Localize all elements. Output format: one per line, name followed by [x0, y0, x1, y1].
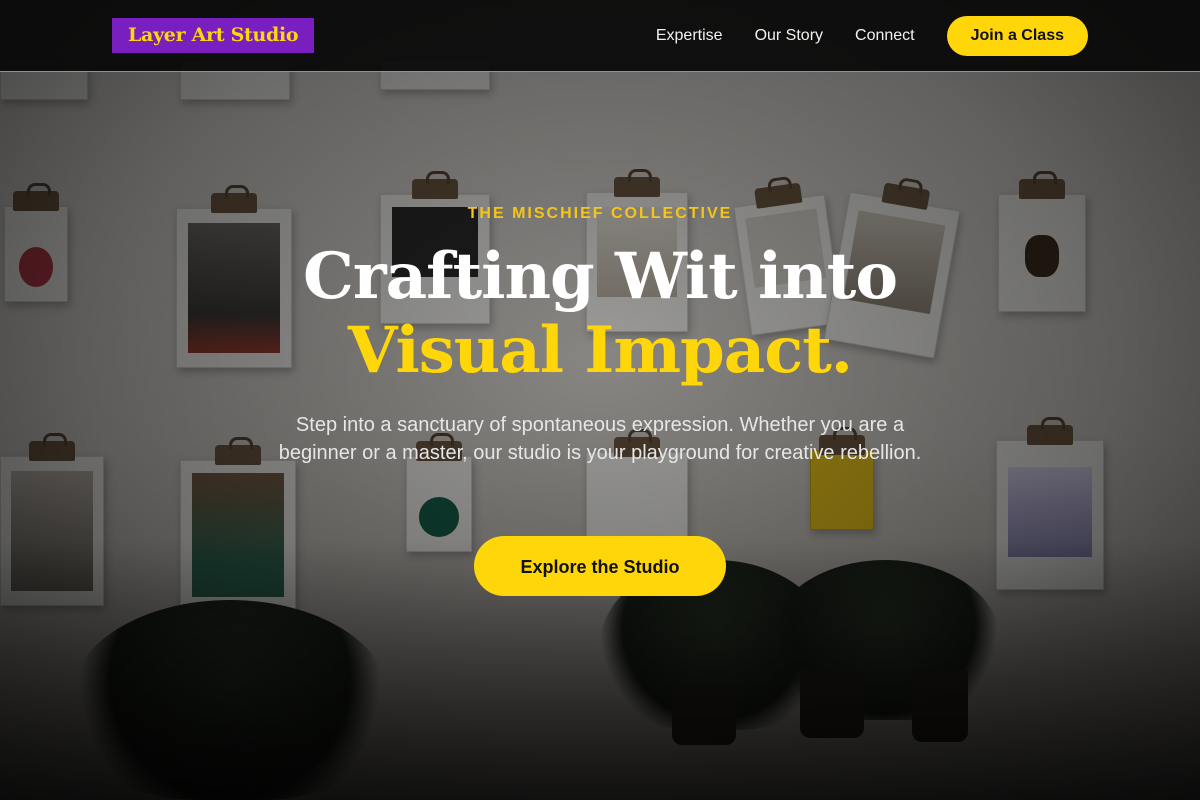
nav-link-our-story[interactable]: Our Story [755, 27, 823, 45]
nav-link-expertise[interactable]: Expertise [656, 27, 723, 45]
hero-headline-line2: Visual Impact. [347, 313, 853, 388]
main-nav: Expertise Our Story Connect Join a Class [656, 0, 1088, 72]
hero-headline-line1: Crafting Wit into [302, 239, 898, 314]
brand-logo[interactable]: Layer Art Studio [112, 18, 315, 53]
hero-eyebrow: THE MISCHIEF COLLECTIVE [467, 205, 733, 222]
hero-lead-text: Step into a sanctuary of spontaneous exp… [278, 414, 922, 464]
hero-headline: Crafting Wit into Visual Impact. [0, 240, 1200, 388]
site-header: Layer Art Studio Expertise Our Story Con… [0, 0, 1200, 72]
join-class-button[interactable]: Join a Class [946, 16, 1088, 56]
explore-studio-button[interactable]: Explore the Studio [474, 536, 726, 596]
hero-section: THE MISCHIEF COLLECTIVE Crafting Wit int… [0, 0, 1200, 800]
nav-link-connect[interactable]: Connect [855, 27, 915, 45]
